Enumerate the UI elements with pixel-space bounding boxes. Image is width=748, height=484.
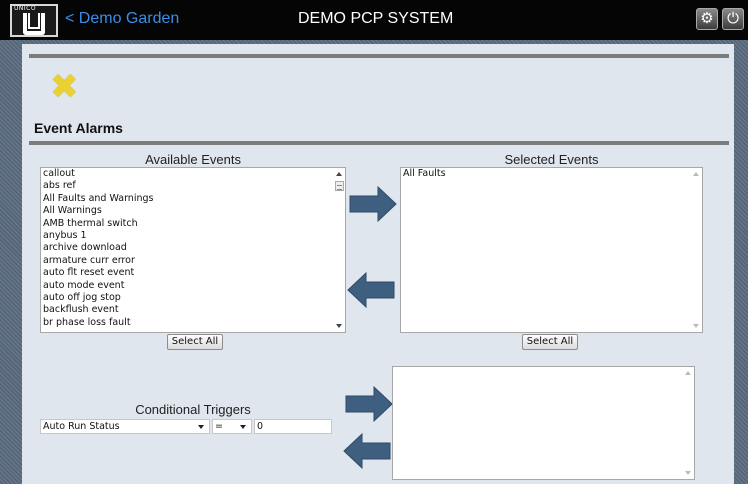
selected-events-label: Selected Events [504,152,599,167]
triggers-scrollbar[interactable] [683,367,694,479]
trigger-field-value: Auto Run Status [43,421,120,432]
chevron-down-icon [198,425,204,429]
scroll-down-icon[interactable] [336,324,342,328]
top-divider [29,54,729,58]
unico-logo: UNICO [10,4,58,37]
trigger-value-input[interactable]: 0 [254,419,332,434]
triggers-list[interactable] [392,366,695,480]
trigger-value-text: 0 [257,421,264,432]
section-divider [29,141,729,145]
scroll-up-icon[interactable] [336,172,342,176]
list-item[interactable]: callout [41,168,345,180]
list-item[interactable]: br phase loss fault [41,317,345,329]
move-left-arrow-icon[interactable] [346,270,398,310]
trigger-move-left-arrow-icon[interactable] [342,431,394,471]
gear-icon[interactable]: ⚙ [696,8,718,30]
back-link[interactable]: < Demo Garden [65,10,179,28]
scroll-down-icon[interactable] [693,324,699,328]
conditional-triggers-label: Conditional Triggers [135,402,251,417]
available-events-list[interactable]: callout abs ref All Faults and Warnings All… [40,167,346,333]
chevron-down-icon [240,425,246,429]
scroll-thumb[interactable] [335,181,344,191]
list-item[interactable]: auto flt reset event [41,267,345,279]
main-panel: ✖ Event Alarms Available Events callout a… [22,44,734,484]
available-events-label: Available Events [145,152,241,167]
power-icon[interactable]: ⏻ [722,8,744,30]
top-bar: UNICO < Demo Garden DEMO PCP SYSTEM ⚙ ⏻ [0,0,748,40]
list-item[interactable]: archive download [41,242,345,254]
scroll-up-icon[interactable] [685,371,691,375]
logo-u-inner [28,13,40,29]
list-item[interactable]: All Faults and Warnings [41,193,345,205]
section-title: Event Alarms [34,120,123,136]
trigger-move-right-arrow-icon[interactable] [342,384,394,424]
list-item[interactable]: backflush event [41,304,345,316]
scroll-down-icon[interactable] [685,471,691,475]
logo-text: UNICO [14,5,37,12]
list-item[interactable]: All Faults [401,168,702,180]
move-right-arrow-icon[interactable] [346,184,398,224]
trigger-operator-value: = [215,421,223,432]
list-item[interactable]: auto off jog stop [41,292,345,304]
list-item[interactable]: abs ref [41,180,345,192]
selected-select-all-button[interactable]: Select All [522,334,578,350]
list-item[interactable]: auto mode event [41,280,345,292]
list-item[interactable]: armature curr error [41,255,345,267]
close-icon[interactable]: ✖ [50,70,79,104]
scroll-up-icon[interactable] [693,172,699,176]
trigger-operator-select[interactable]: = [212,419,252,434]
available-events-scrollbar[interactable] [334,168,345,332]
trigger-field-select[interactable]: Auto Run Status [40,419,210,434]
list-item[interactable]: anybus 1 [41,230,345,242]
list-item[interactable]: All Warnings [41,205,345,217]
list-item[interactable]: AMB thermal switch [41,218,345,230]
selected-events-scrollbar[interactable] [691,168,702,332]
available-select-all-button[interactable]: Select All [167,334,223,350]
app-title: DEMO PCP SYSTEM [298,10,454,27]
selected-events-list[interactable]: All Faults [400,167,703,333]
